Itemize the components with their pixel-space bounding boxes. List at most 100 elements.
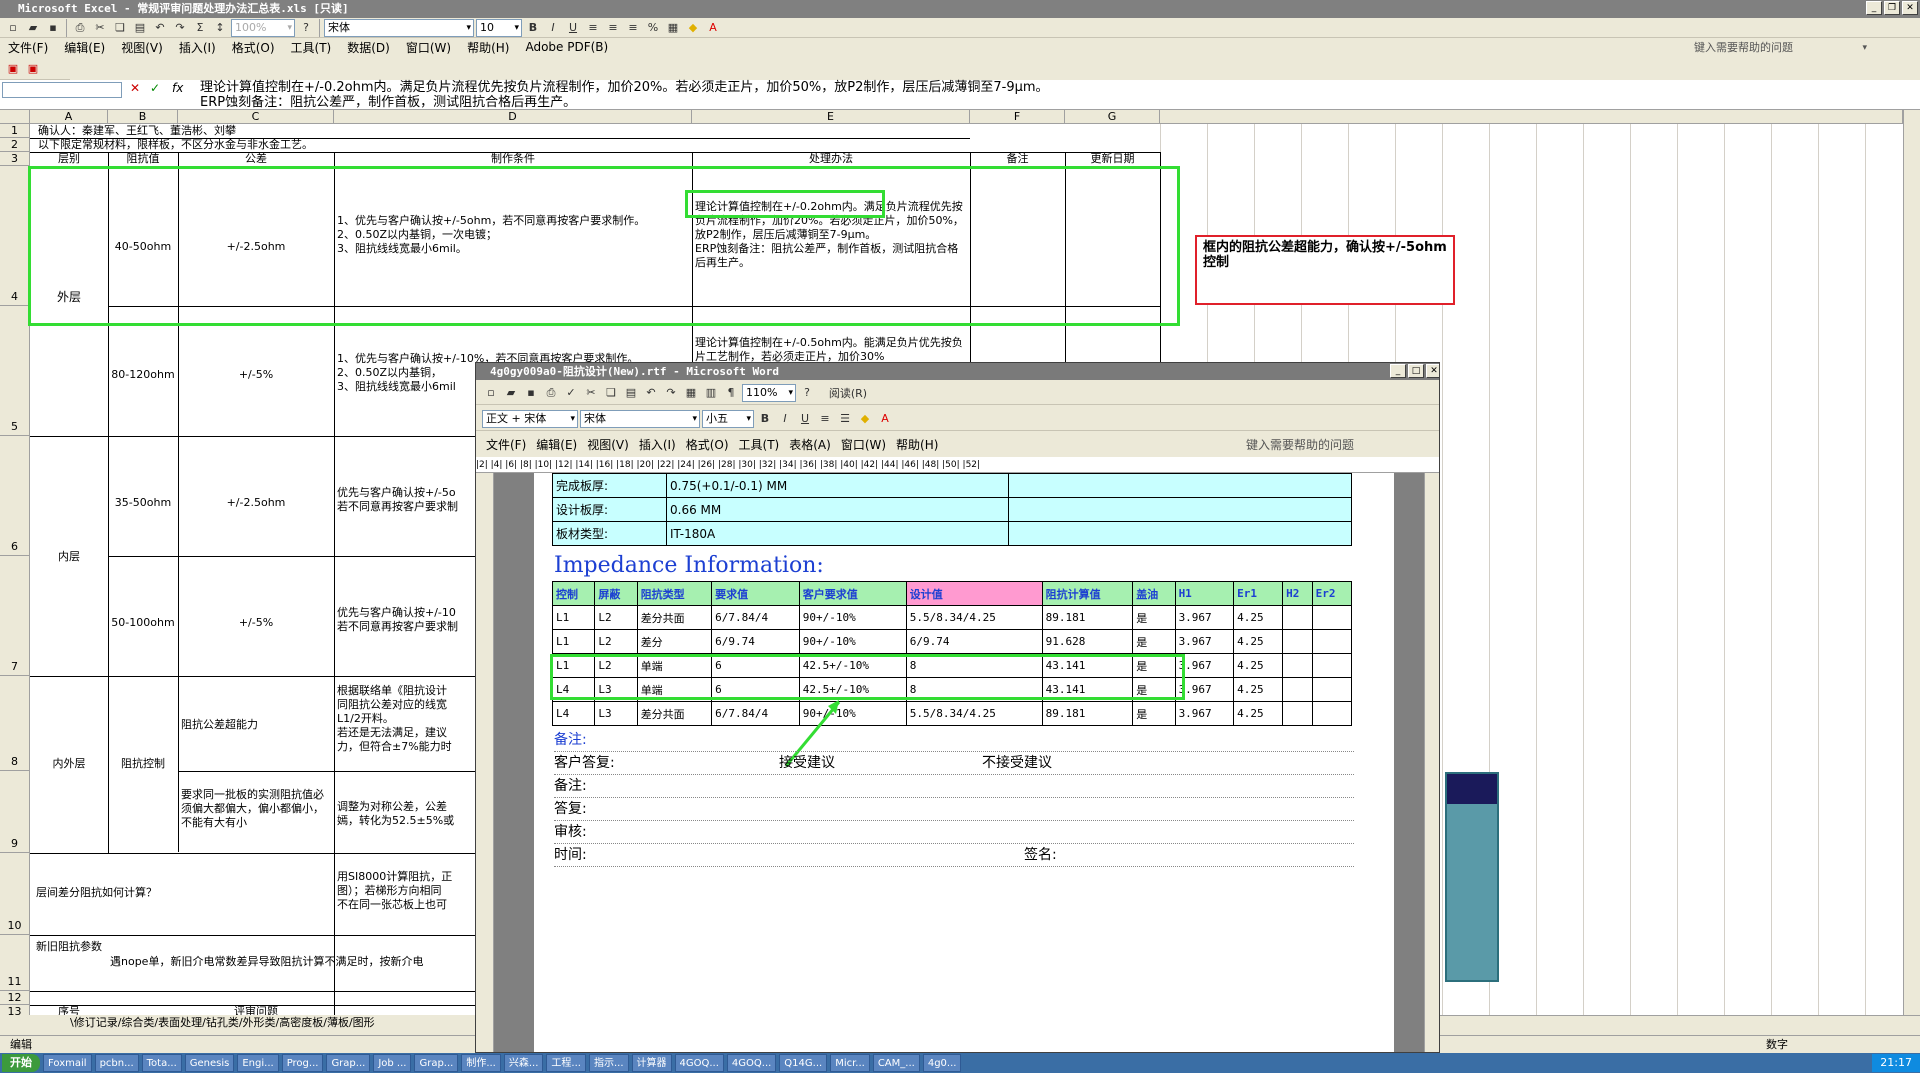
col-header-c[interactable]: C bbox=[178, 110, 334, 124]
word-font-select[interactable]: 宋体 bbox=[580, 409, 700, 428]
italic-icon[interactable]: I bbox=[544, 19, 562, 37]
cell-b8[interactable]: 阻抗控制 bbox=[108, 757, 178, 771]
info-value-design-thickness[interactable]: 0.66 MM bbox=[666, 497, 1009, 522]
task-job[interactable]: Job ... bbox=[373, 1054, 412, 1072]
review-line[interactable]: 审核: bbox=[554, 821, 1354, 844]
menu-edit[interactable]: 编辑(E) bbox=[56, 39, 113, 56]
table-row[interactable]: L4L3差分共面6/7.84/490+/-10%5.5/8.34/4.2589.… bbox=[551, 701, 1353, 726]
cell-a6[interactable]: 内层 bbox=[30, 550, 108, 564]
enter-icon[interactable]: ✓ bbox=[150, 81, 160, 95]
pdf-mail-icon[interactable]: ▣ bbox=[24, 60, 42, 78]
imp-hdr-shield[interactable]: 屏蔽 bbox=[594, 581, 638, 606]
word-ruler[interactable]: |2| |4| |6| |8| |10| |12| |14| |16| |18|… bbox=[476, 457, 1439, 473]
reject-option[interactable]: 不接受建议 bbox=[982, 752, 1052, 774]
imp-hdr-calc[interactable]: 阻抗计算值 bbox=[1041, 581, 1134, 606]
border-icon[interactable]: ▦ bbox=[664, 19, 682, 37]
imp-hdr-h1[interactable]: H1 bbox=[1174, 581, 1235, 606]
fill-color-icon[interactable]: ◆ bbox=[684, 19, 702, 37]
cell[interactable]: 5.5/8.34/4.25 bbox=[905, 605, 1043, 630]
word-align-icon[interactable]: ≡ bbox=[816, 410, 834, 428]
cell[interactable]: L2 bbox=[594, 605, 638, 630]
word-read-button[interactable]: 阅读(R) bbox=[818, 384, 878, 402]
cell[interactable]: L4 bbox=[551, 701, 596, 726]
task-genesis[interactable]: Genesis bbox=[184, 1054, 235, 1072]
note-line-2[interactable]: 备注: bbox=[554, 775, 1354, 798]
cell[interactable]: 3.967 bbox=[1174, 605, 1235, 630]
word-minimize-icon[interactable]: _ bbox=[1390, 364, 1406, 378]
word-menu-format[interactable]: 格式(O) bbox=[686, 436, 739, 453]
cell[interactable]: 是 bbox=[1132, 605, 1176, 630]
cell[interactable]: 4.25 bbox=[1233, 629, 1284, 654]
cell[interactable]: 90+/-10% bbox=[798, 629, 907, 654]
word-menu-insert[interactable]: 插入(I) bbox=[639, 436, 686, 453]
word-table-icon[interactable]: ▦ bbox=[682, 384, 700, 402]
table-row[interactable]: L1 L2 差分共面 6/7.84/4 90+/-10% 5.5/8.34/4.25 89.… bbox=[551, 605, 1353, 630]
imp-hdr-h2[interactable]: H2 bbox=[1282, 581, 1313, 606]
cell[interactable]: 89.181 bbox=[1041, 605, 1134, 630]
row-header-1[interactable]: 1 bbox=[0, 124, 30, 138]
row-header-9[interactable]: 9 bbox=[0, 771, 30, 853]
sheet-tabs[interactable]: \修订记录/综合类/表面处理/钻孔类/外形类/高密度板/薄板/图形 bbox=[0, 1015, 480, 1031]
cell-b11[interactable]: 遇nope单，新旧介电常数差异导致阻抗计算不满足时，按新介电 bbox=[110, 955, 470, 969]
task-engineering[interactable]: 工程... bbox=[546, 1054, 586, 1072]
cell-a2[interactable]: 以下限定常规材料，限样板，不区分水金与非水金工艺。 bbox=[38, 138, 313, 152]
word-document-area[interactable]: 完成板厚: 0.75(+0.1/-0.1) MM 设计板厚: 0.66 MM 板… bbox=[494, 473, 1424, 1052]
formula-line-2[interactable]: ERP蚀刻备注：阻抗公差严，制作首板，测试阻抗合格后再生产。 bbox=[200, 96, 576, 110]
info-value-material[interactable]: IT-180A bbox=[666, 521, 1009, 546]
autosum-icon[interactable]: Σ bbox=[191, 19, 209, 37]
row-header-3[interactable]: 3 bbox=[0, 152, 30, 166]
menu-format[interactable]: 格式(O) bbox=[224, 39, 283, 56]
cell-c5[interactable]: +/-5% bbox=[178, 368, 334, 382]
hdr-update-date[interactable]: 更新日期 bbox=[1065, 152, 1160, 166]
cell-a11[interactable]: 新旧阻抗参数 bbox=[36, 940, 106, 954]
font-size-select[interactable]: 10 bbox=[476, 18, 522, 37]
align-left-icon[interactable]: ≡ bbox=[584, 19, 602, 37]
cell[interactable]: L3 bbox=[594, 701, 638, 726]
bold-icon[interactable]: B bbox=[524, 19, 542, 37]
imp-hdr-customer[interactable]: 客户要求值 bbox=[798, 581, 907, 606]
imp-hdr-type[interactable]: 阻抗类型 bbox=[636, 581, 713, 606]
cell-b7[interactable]: 50-100ohm bbox=[108, 616, 178, 630]
table-row[interactable]: L1 L2 差分 6/9.74 90+/-10% 6/9.74 91.628 是 3.967 4.… bbox=[551, 629, 1353, 654]
word-close-icon[interactable]: ✕ bbox=[1426, 364, 1439, 378]
reply-line[interactable]: 答复: bbox=[554, 798, 1354, 821]
cell[interactable] bbox=[1282, 701, 1313, 726]
col-header-e[interactable]: E bbox=[692, 110, 970, 124]
cell[interactable]: 差分共面 bbox=[636, 605, 713, 630]
imp-hdr-er2[interactable]: Er2 bbox=[1311, 581, 1353, 606]
word-open-icon[interactable]: ▰ bbox=[502, 384, 520, 402]
word-style-select[interactable]: 正文 + 宋体 bbox=[482, 409, 578, 428]
hdr-impedance[interactable]: 阻抗值 bbox=[108, 152, 178, 166]
cell[interactable] bbox=[1311, 605, 1353, 630]
row-header-7[interactable]: 7 bbox=[0, 556, 30, 676]
pdf-convert-icon[interactable]: ▣ bbox=[4, 60, 22, 78]
new-icon[interactable]: ▫ bbox=[4, 19, 22, 37]
cell[interactable]: 91.628 bbox=[1041, 629, 1134, 654]
cell-c7[interactable]: +/-5% bbox=[178, 616, 334, 630]
info-extra-3[interactable] bbox=[1008, 521, 1352, 546]
redo-icon[interactable]: ↷ bbox=[171, 19, 189, 37]
cell-e5[interactable]: 理论计算值控制在+/-0.5ohm内。能满足负片优先按负片工艺制作，若必须走正片… bbox=[695, 336, 967, 364]
system-clock[interactable]: 21:17 bbox=[1872, 1054, 1920, 1072]
cell-b6[interactable]: 35-50ohm bbox=[108, 496, 178, 510]
menu-insert[interactable]: 插入(I) bbox=[171, 39, 224, 56]
word-print-icon[interactable]: ⎙ bbox=[542, 384, 560, 402]
word-new-icon[interactable]: ▫ bbox=[482, 384, 500, 402]
word-spell-icon[interactable]: ✓ bbox=[562, 384, 580, 402]
imp-hdr-mask[interactable]: 盖油 bbox=[1132, 581, 1176, 606]
word-bold-icon[interactable]: B bbox=[756, 410, 774, 428]
zoom-select[interactable]: 100% bbox=[231, 18, 295, 37]
row-header-12[interactable]: 12 bbox=[0, 991, 30, 1005]
row-header-6[interactable]: 6 bbox=[0, 436, 30, 556]
cell-c8[interactable]: 阻抗公差超能力 bbox=[181, 718, 331, 732]
info-extra-2[interactable] bbox=[1008, 497, 1352, 522]
note-line-1[interactable]: 备注: bbox=[554, 729, 1354, 752]
cell-a13[interactable]: 序号 bbox=[30, 1005, 108, 1015]
cell[interactable]: 4.25 bbox=[1233, 653, 1284, 678]
time-line[interactable]: 时间: 签名: bbox=[554, 844, 1354, 867]
cell[interactable] bbox=[1311, 653, 1353, 678]
info-extra-1[interactable] bbox=[1008, 473, 1352, 498]
task-4g0[interactable]: 4g0... bbox=[922, 1054, 962, 1072]
cell[interactable] bbox=[1282, 677, 1313, 702]
word-menu-help[interactable]: 帮助(H) bbox=[896, 436, 948, 453]
